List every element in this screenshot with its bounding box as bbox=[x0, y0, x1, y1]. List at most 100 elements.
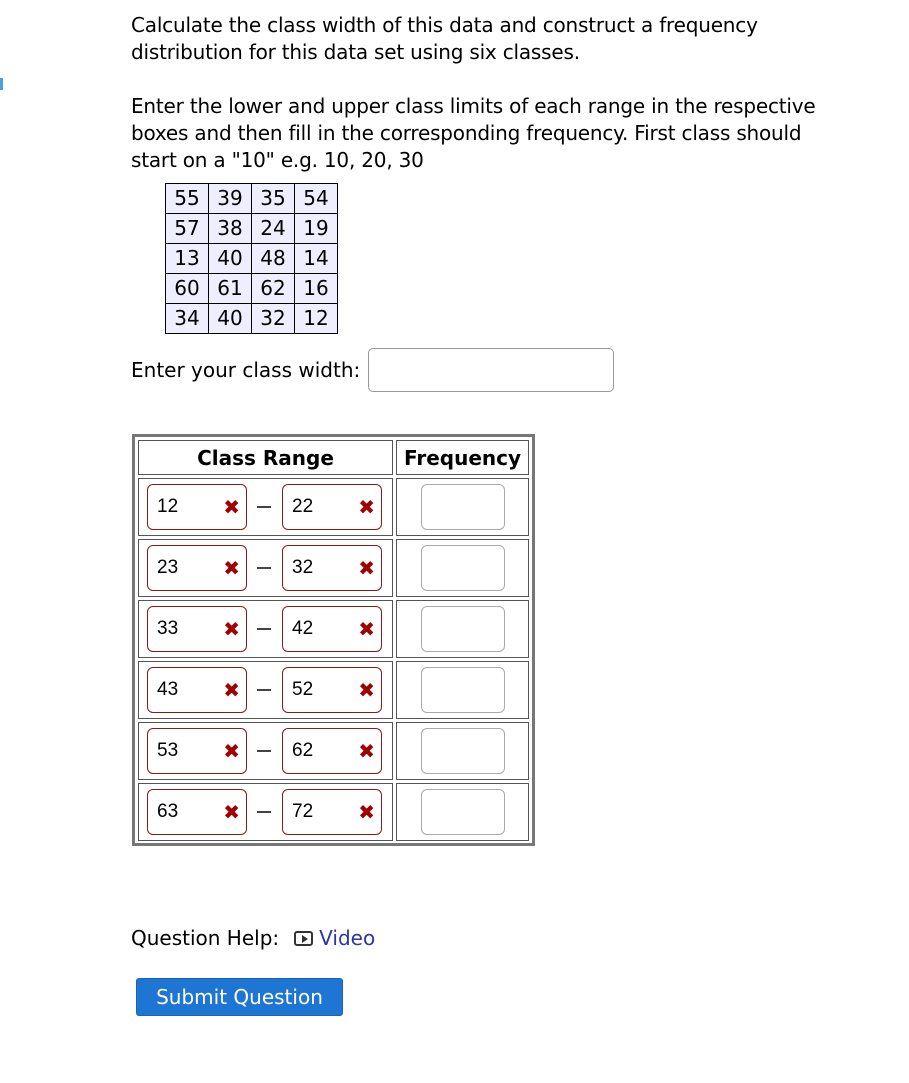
data-set-table: 55 39 35 54 57 38 24 19 13 40 48 14 60 61 62 16 34 40 32 12 bbox=[165, 183, 338, 334]
incorrect-x-icon: ✖ bbox=[223, 495, 240, 519]
data-cell: 12 bbox=[294, 303, 338, 334]
upper-limit-input[interactable]: 72 ✖ bbox=[282, 789, 382, 835]
class-width-label: Enter your class width: bbox=[131, 358, 361, 382]
data-row: 34 40 32 12 bbox=[165, 303, 338, 334]
incorrect-x-icon: ✖ bbox=[358, 678, 375, 702]
incorrect-x-icon: ✖ bbox=[223, 678, 240, 702]
class-range-cell: 63 ✖ 72 ✖ bbox=[138, 783, 393, 841]
lower-limit-input[interactable]: 23 ✖ bbox=[147, 545, 247, 591]
left-edge-marker bbox=[0, 78, 3, 90]
frequency-input[interactable] bbox=[420, 728, 505, 774]
incorrect-x-icon: ✖ bbox=[223, 800, 240, 824]
frequency-cell bbox=[396, 539, 529, 597]
class-row: 53 ✖ 62 ✖ bbox=[138, 722, 529, 780]
incorrect-x-icon: ✖ bbox=[358, 617, 375, 641]
range-separator bbox=[257, 811, 271, 813]
frequency-cell bbox=[396, 478, 529, 536]
lower-limit-input[interactable]: 33 ✖ bbox=[147, 606, 247, 652]
range-separator bbox=[257, 750, 271, 752]
data-cell: 39 bbox=[208, 183, 252, 214]
data-cell: 40 bbox=[208, 303, 252, 334]
class-range-cell: 43 ✖ 52 ✖ bbox=[138, 661, 393, 719]
submit-question-button[interactable]: Submit Question bbox=[136, 978, 343, 1016]
upper-limit-input[interactable]: 22 ✖ bbox=[282, 484, 382, 530]
frequency-input[interactable] bbox=[420, 789, 505, 835]
incorrect-x-icon: ✖ bbox=[223, 617, 240, 641]
lower-limit-value: 43 bbox=[157, 679, 179, 700]
class-row: 23 ✖ 32 ✖ bbox=[138, 539, 529, 597]
class-width-row: Enter your class width: bbox=[131, 348, 851, 392]
data-cell: 48 bbox=[251, 243, 295, 274]
frequency-cell bbox=[396, 722, 529, 780]
data-cell: 24 bbox=[251, 213, 295, 244]
data-row: 60 61 62 16 bbox=[165, 273, 338, 304]
data-cell: 60 bbox=[165, 273, 209, 304]
class-range-cell: 12 ✖ 22 ✖ bbox=[138, 478, 393, 536]
upper-limit-input[interactable]: 52 ✖ bbox=[282, 667, 382, 713]
data-cell: 14 bbox=[294, 243, 338, 274]
data-cell: 61 bbox=[208, 273, 252, 304]
class-row: 63 ✖ 72 ✖ bbox=[138, 783, 529, 841]
class-range-cell: 33 ✖ 42 ✖ bbox=[138, 600, 393, 658]
class-row: 43 ✖ 52 ✖ bbox=[138, 661, 529, 719]
video-play-icon[interactable] bbox=[294, 930, 314, 946]
upper-limit-value: 42 bbox=[292, 618, 314, 639]
data-cell: 34 bbox=[165, 303, 209, 334]
frequency-cell bbox=[396, 661, 529, 719]
data-cell: 62 bbox=[251, 273, 295, 304]
data-cell: 32 bbox=[251, 303, 295, 334]
data-cell: 55 bbox=[165, 183, 209, 214]
lower-limit-input[interactable]: 53 ✖ bbox=[147, 728, 247, 774]
data-cell: 57 bbox=[165, 213, 209, 244]
range-separator bbox=[257, 689, 271, 691]
incorrect-x-icon: ✖ bbox=[223, 739, 240, 763]
frequency-distribution-table: Class Range Frequency 12 ✖ 22 ✖ 23 ✖ 32 … bbox=[132, 434, 535, 846]
incorrect-x-icon: ✖ bbox=[358, 556, 375, 580]
upper-limit-value: 72 bbox=[292, 801, 314, 822]
upper-limit-input[interactable]: 42 ✖ bbox=[282, 606, 382, 652]
frequency-input[interactable] bbox=[420, 667, 505, 713]
data-cell: 19 bbox=[294, 213, 338, 244]
upper-limit-value: 32 bbox=[292, 557, 314, 578]
class-range-cell: 53 ✖ 62 ✖ bbox=[138, 722, 393, 780]
lower-limit-value: 53 bbox=[157, 740, 179, 761]
class-range-header: Class Range bbox=[138, 440, 393, 475]
data-cell: 13 bbox=[165, 243, 209, 274]
range-separator bbox=[257, 628, 271, 630]
class-row: 12 ✖ 22 ✖ bbox=[138, 478, 529, 536]
lower-limit-input[interactable]: 43 ✖ bbox=[147, 667, 247, 713]
question-text-1: Calculate the class width of this data a… bbox=[131, 13, 758, 64]
lower-limit-input[interactable]: 12 ✖ bbox=[147, 484, 247, 530]
question-help: Question Help: Video bbox=[131, 926, 851, 950]
data-row: 55 39 35 54 bbox=[165, 183, 338, 214]
incorrect-x-icon: ✖ bbox=[223, 556, 240, 580]
data-cell: 38 bbox=[208, 213, 252, 244]
question-text-2: Enter the lower and upper class limits o… bbox=[131, 94, 816, 172]
data-cell: 54 bbox=[294, 183, 338, 214]
data-row: 57 38 24 19 bbox=[165, 213, 338, 244]
data-row: 13 40 48 14 bbox=[165, 243, 338, 274]
upper-limit-input[interactable]: 32 ✖ bbox=[282, 545, 382, 591]
upper-limit-value: 52 bbox=[292, 679, 314, 700]
incorrect-x-icon: ✖ bbox=[358, 739, 375, 763]
data-cell: 40 bbox=[208, 243, 252, 274]
lower-limit-value: 12 bbox=[157, 496, 179, 517]
frequency-input[interactable] bbox=[420, 606, 505, 652]
lower-limit-value: 63 bbox=[157, 801, 179, 822]
video-link[interactable]: Video bbox=[319, 926, 375, 950]
frequency-cell bbox=[396, 783, 529, 841]
data-cell: 35 bbox=[251, 183, 295, 214]
class-width-input[interactable] bbox=[368, 348, 615, 392]
incorrect-x-icon: ✖ bbox=[358, 800, 375, 824]
lower-limit-value: 23 bbox=[157, 557, 179, 578]
upper-limit-input[interactable]: 62 ✖ bbox=[282, 728, 382, 774]
range-separator bbox=[257, 567, 271, 569]
frequency-input[interactable] bbox=[420, 545, 505, 591]
range-separator bbox=[257, 506, 271, 508]
class-row: 33 ✖ 42 ✖ bbox=[138, 600, 529, 658]
lower-limit-value: 33 bbox=[157, 618, 179, 639]
lower-limit-input[interactable]: 63 ✖ bbox=[147, 789, 247, 835]
frequency-header: Frequency bbox=[396, 440, 529, 475]
frequency-input[interactable] bbox=[420, 484, 505, 530]
incorrect-x-icon: ✖ bbox=[358, 495, 375, 519]
